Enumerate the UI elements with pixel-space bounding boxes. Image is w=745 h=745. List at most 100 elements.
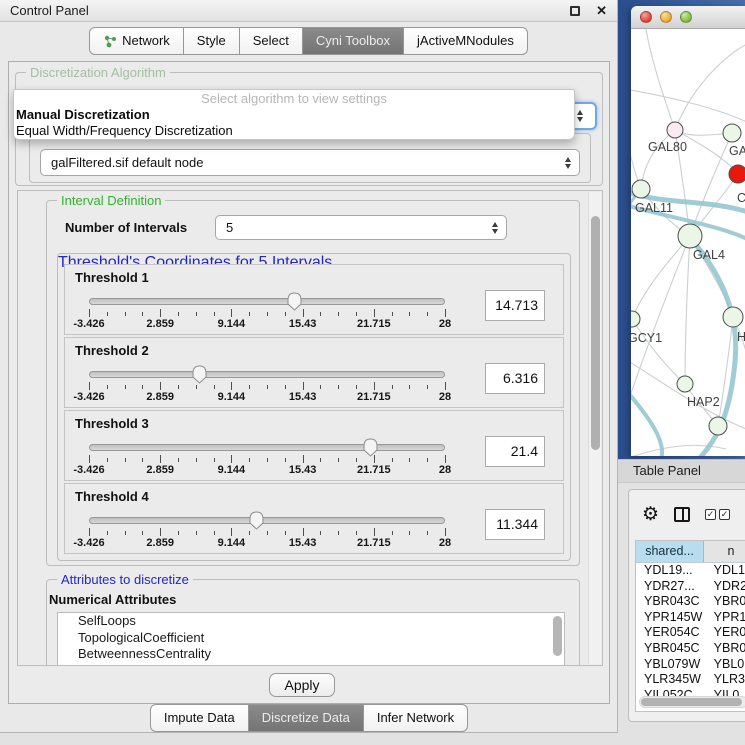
zoom-traffic-light-icon[interactable] <box>680 11 692 23</box>
cell-shared-name[interactable]: YER054C <box>636 625 704 641</box>
checkbox-icon[interactable]: ✓ <box>705 509 716 520</box>
table-panel-toolbar: ⚙ ✓ ✓ <box>629 490 745 538</box>
list-scrollbar[interactable] <box>551 614 563 666</box>
popup-item[interactable]: Manual Discretization <box>14 107 574 123</box>
columns-icon[interactable] <box>674 507 690 522</box>
cell-name[interactable]: YER0 <box>704 625 745 641</box>
slider-thumb[interactable] <box>287 292 302 311</box>
cell-shared-name[interactable]: YLR345W <box>636 672 704 688</box>
cell-name[interactable]: YDR2 <box>704 579 745 595</box>
cell-shared-name[interactable]: YPR145W <box>636 610 704 626</box>
scrollbar-thumb[interactable] <box>591 216 600 450</box>
cell-name[interactable]: YBR0 <box>704 594 745 610</box>
network-edge[interactable] <box>641 130 675 189</box>
minimize-traffic-light-icon[interactable] <box>660 11 672 23</box>
cell-shared-name[interactable]: YBR043C <box>636 594 704 610</box>
slider-ticks <box>89 528 445 536</box>
close-traffic-light-icon[interactable] <box>640 11 652 23</box>
slider-thumb[interactable] <box>363 438 378 457</box>
column-header-shared-name[interactable]: shared... <box>636 541 704 562</box>
numerical-attributes-list[interactable]: SelfLoopsTopologicalCoefficientBetweenne… <box>57 612 565 666</box>
cell-name[interactable]: YPR1 <box>704 610 745 626</box>
list-scrollbar-thumb[interactable] <box>553 616 562 656</box>
attribute-item[interactable]: SelfLoops <box>58 613 564 630</box>
tab-infer-network[interactable]: Infer Network <box>364 704 468 732</box>
network-node[interactable] <box>723 307 743 327</box>
tab-cyni-toolbox[interactable]: Cyni Toolbox <box>303 27 404 55</box>
table-row[interactable]: YLR345WYLR3 <box>636 672 745 688</box>
threshold-value-field[interactable]: 14.713 <box>485 290 545 321</box>
popup-item[interactable]: Equal Width/Frequency Discretization <box>14 123 574 139</box>
tab-network[interactable]: Network <box>89 27 184 55</box>
slider-track[interactable] <box>89 371 445 378</box>
cell-name[interactable]: YBR0 <box>704 641 745 657</box>
cell-shared-name[interactable]: YDL19... <box>636 563 704 579</box>
network-node[interactable] <box>723 124 741 142</box>
network-node[interactable] <box>632 180 650 198</box>
network-edge[interactable] <box>631 89 745 124</box>
table-data-combobox[interactable]: galFiltered.sif default node <box>40 149 580 176</box>
tab-impute-data[interactable]: Impute Data <box>150 704 249 732</box>
slider-thumb[interactable] <box>249 511 264 530</box>
slider-thumb[interactable] <box>192 365 207 384</box>
table-row[interactable]: YDR27...YDR2 <box>636 579 745 595</box>
tab-label: Discretize Data <box>262 710 350 725</box>
tab-discretize-data[interactable]: Discretize Data <box>249 704 364 732</box>
attribute-item[interactable]: BetweennessCentrality <box>58 646 564 663</box>
network-canvas[interactable]: GAL80GALCGAL11GAL4GCY1HHAP2 <box>631 29 745 456</box>
table-row[interactable]: YPR145WYPR1 <box>636 610 745 626</box>
table-row[interactable]: YDL19...YDL1 <box>636 563 745 579</box>
table-row[interactable]: YER054CYER0 <box>636 625 745 641</box>
tab-style[interactable]: Style <box>184 27 240 55</box>
number-of-intervals-combobox[interactable]: 5 <box>215 215 507 240</box>
threshold-value-field[interactable]: 6.316 <box>485 363 545 394</box>
float-window-icon[interactable] <box>570 6 580 16</box>
apply-button[interactable]: Apply <box>269 673 335 697</box>
network-edge[interactable] <box>632 236 690 319</box>
network-edge[interactable] <box>632 319 685 384</box>
cell-name[interactable]: YDL1 <box>704 563 745 579</box>
cell-shared-name[interactable]: YBL079W <box>636 657 704 673</box>
cell-name[interactable]: YLR3 <box>704 672 745 688</box>
network-edge[interactable] <box>645 29 675 130</box>
close-icon[interactable]: ✕ <box>596 6 607 16</box>
network-edge[interactable] <box>690 133 732 236</box>
threshold-slider[interactable]: -3.4262.8599.14415.4321.71528 <box>89 517 445 547</box>
network-edge[interactable] <box>631 445 726 456</box>
threshold-value-field[interactable]: 21.4 <box>485 436 545 467</box>
table-row[interactable]: YBR045CYBR0 <box>636 641 745 657</box>
slider-track[interactable] <box>89 517 445 524</box>
threshold-slider[interactable]: -3.4262.8599.14415.4321.71528 <box>89 444 445 474</box>
network-node[interactable] <box>709 417 727 435</box>
table-panel-title: Table Panel <box>633 463 701 478</box>
threshold-slider[interactable]: -3.4262.8599.14415.4321.71528 <box>89 371 445 401</box>
tab-select[interactable]: Select <box>240 27 303 55</box>
horizontal-scrollbar-thumb[interactable] <box>641 698 742 706</box>
vertical-scrollbar[interactable] <box>588 192 601 664</box>
network-edge-thick[interactable] <box>631 389 662 456</box>
network-edge[interactable] <box>685 236 690 384</box>
threshold-slider[interactable]: -3.4262.8599.14415.4321.71528 <box>89 298 445 328</box>
table-panel-titlebar: Table Panel <box>618 459 745 483</box>
network-node[interactable] <box>677 376 693 392</box>
threshold-value-field[interactable]: 11.344 <box>485 509 545 540</box>
cell-shared-name[interactable]: YBR045C <box>636 641 704 657</box>
table-row[interactable]: YBR043CYBR0 <box>636 594 745 610</box>
control-panel-titlebar: Control Panel ✕ <box>0 0 617 22</box>
gear-icon[interactable]: ⚙ <box>642 505 659 524</box>
column-header-name[interactable]: n <box>704 541 745 562</box>
cell-shared-name[interactable]: YDR27... <box>636 579 704 595</box>
thresholds-group: Threshold's Coordinates for 5 Intervals … <box>57 253 571 561</box>
network-node[interactable] <box>678 224 702 248</box>
cell-name[interactable]: YBL0 <box>704 657 745 673</box>
network-node[interactable] <box>729 165 745 183</box>
table-row[interactable]: YBL079WYBL0 <box>636 657 745 673</box>
network-node[interactable] <box>667 122 683 138</box>
slider-track[interactable] <box>89 444 445 451</box>
attribute-item[interactable]: TopologicalCoefficient <box>58 630 564 647</box>
tab-jactivemnodules[interactable]: jActiveMNodules <box>404 27 528 55</box>
checkbox-icon[interactable]: ✓ <box>719 509 730 520</box>
network-node[interactable] <box>631 311 640 327</box>
slider-track[interactable] <box>89 298 445 305</box>
horizontal-scrollbar[interactable] <box>639 696 745 708</box>
